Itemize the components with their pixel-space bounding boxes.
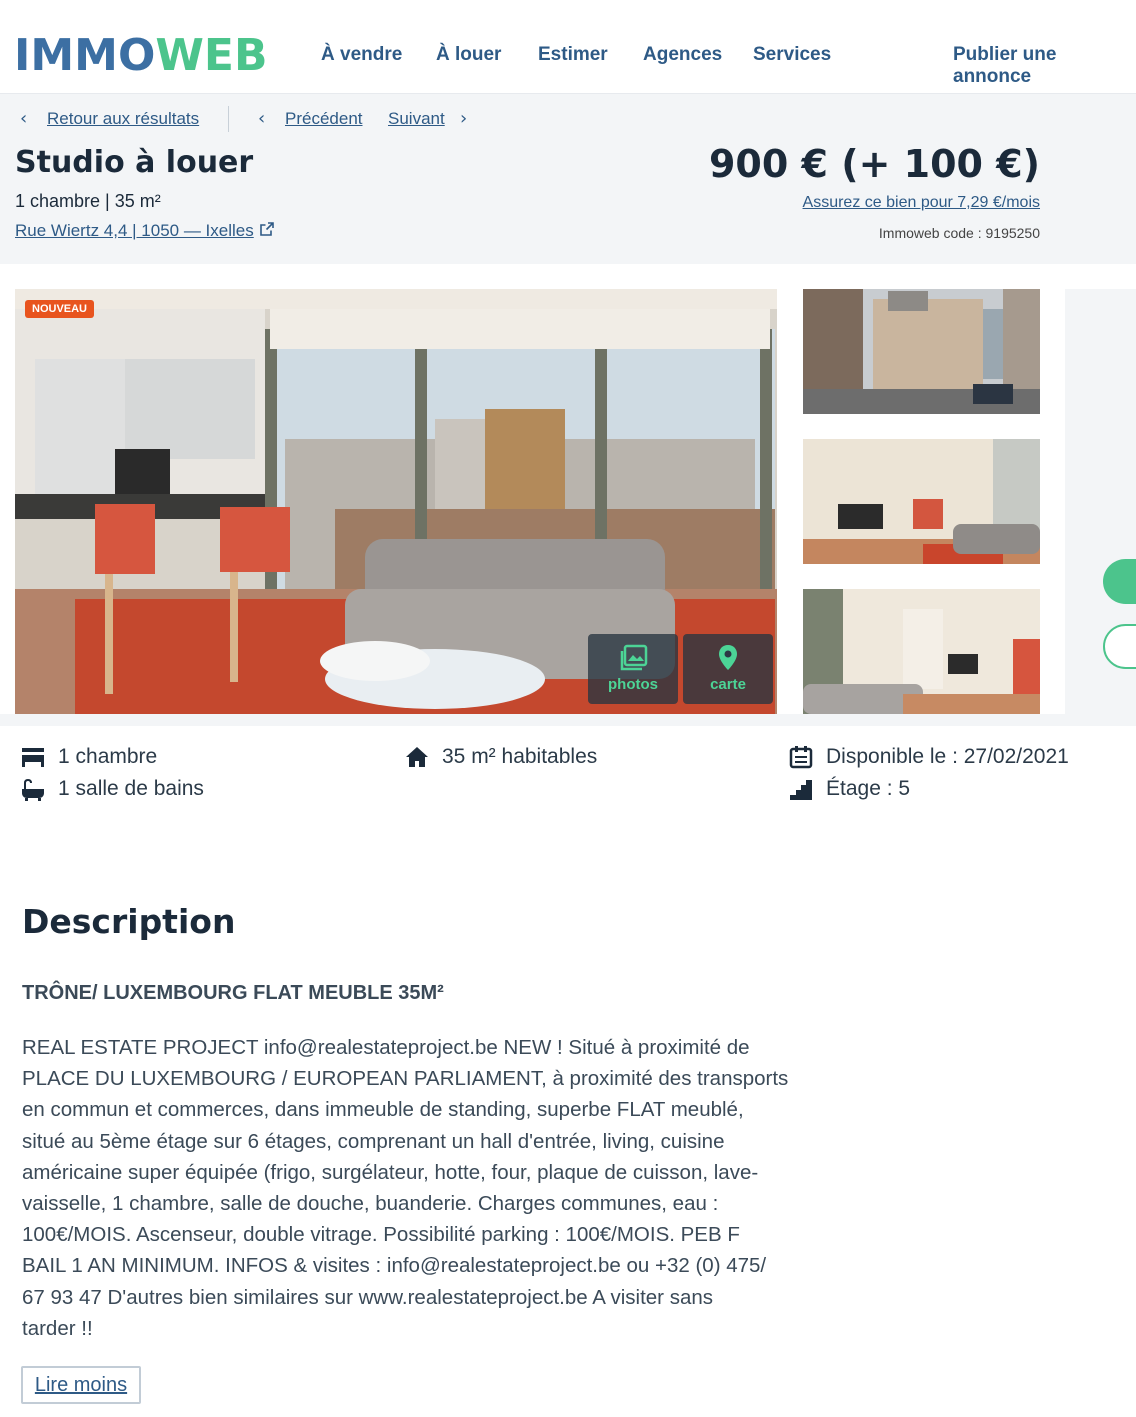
floor-feature: Étage : 5 bbox=[826, 777, 911, 800]
address-text: Rue Wiertz 4,4 | 1050 — Ixelles bbox=[15, 221, 254, 240]
publish-listing-link[interactable]: Publier une annonce bbox=[953, 44, 1136, 88]
description-line: BAIL 1 AN MINIMUM. INFOS & visites : inf… bbox=[22, 1254, 767, 1278]
logo-text-web: WEB bbox=[155, 30, 268, 81]
description-subheading: TRÔNE/ LUXEMBOURG FLAT MEUBLE 35M² bbox=[22, 982, 444, 1004]
bathtub-icon bbox=[21, 778, 45, 805]
description-line: situé au 5ème étage sur 6 étages, compre… bbox=[22, 1129, 725, 1153]
listing-price: 900 € (+ 100 €) bbox=[708, 142, 1040, 186]
immoweb-code: Immoweb code : 9195250 bbox=[878, 225, 1040, 241]
top-navigation: IMMOWEB À vendre À louer Estimer Agences… bbox=[0, 0, 1136, 94]
gallery-divider bbox=[0, 714, 1136, 726]
photos-button[interactable]: photos bbox=[588, 634, 678, 704]
logo-text-immo: IMMO bbox=[14, 30, 156, 81]
living-area-feature: 35 m² habitables bbox=[442, 745, 598, 768]
insurance-link[interactable]: Assurez ce bien pour 7,29 €/mois bbox=[803, 194, 1040, 212]
breadcrumb-divider bbox=[228, 106, 229, 132]
chevron-left-icon: ‹ bbox=[258, 108, 266, 129]
stairs-icon bbox=[789, 779, 813, 805]
nav-link-for-rent[interactable]: À louer bbox=[436, 44, 501, 66]
external-link-icon bbox=[259, 221, 274, 241]
description-line: vaisselle, 1 chambre, salle de douche, b… bbox=[22, 1192, 719, 1216]
chevron-right-icon: › bbox=[460, 108, 468, 129]
next-listing-link[interactable]: Suivant bbox=[388, 109, 445, 129]
previous-listing-link[interactable]: Précédent bbox=[285, 109, 363, 129]
description-line: en commun et commerces, dans immeuble de… bbox=[22, 1098, 744, 1122]
immoweb-logo[interactable]: IMMOWEB bbox=[14, 32, 268, 80]
nav-link-estimate[interactable]: Estimer bbox=[538, 44, 608, 66]
thumbnail-bedroom[interactable] bbox=[803, 589, 1040, 714]
bedrooms-feature: 1 chambre bbox=[58, 745, 158, 768]
description-line: 67 93 47 D'autres bien similaires sur ww… bbox=[22, 1285, 713, 1309]
calendar-icon bbox=[789, 745, 813, 773]
chevron-left-icon: ‹ bbox=[20, 108, 28, 129]
description-heading: Description bbox=[22, 902, 236, 941]
listing-address-link[interactable]: Rue Wiertz 4,4 | 1050 — Ixelles bbox=[15, 221, 274, 241]
nav-link-agencies[interactable]: Agences bbox=[643, 44, 722, 66]
home-icon bbox=[405, 746, 429, 772]
description-line: PLACE DU LUXEMBOURG / EUROPEAN PARLIAMEN… bbox=[22, 1067, 789, 1091]
description-line: REAL ESTATE PROJECT info@realestateproje… bbox=[22, 1036, 750, 1059]
nav-link-for-sale[interactable]: À vendre bbox=[321, 44, 402, 66]
thumbnail-living-room[interactable] bbox=[803, 439, 1040, 564]
availability-feature: Disponible le : 27/02/2021 bbox=[826, 745, 1069, 768]
new-badge: NOUVEAU bbox=[25, 300, 95, 318]
map-pin-icon bbox=[719, 645, 737, 670]
description-line: tarder !! bbox=[22, 1316, 93, 1340]
description-line: 100€/MOIS. Ascenseur, double vitrage. Po… bbox=[22, 1223, 740, 1247]
back-to-results-link[interactable]: Retour aux résultats bbox=[47, 109, 199, 129]
bed-icon bbox=[21, 746, 45, 772]
description-line: américaine super équipée (frigo, surgéla… bbox=[22, 1160, 759, 1184]
listing-summary: 1 chambre | 35 m² bbox=[15, 191, 161, 211]
photos-label: photos bbox=[608, 676, 658, 693]
bathrooms-feature: 1 salle de bains bbox=[58, 777, 204, 800]
nav-link-services[interactable]: Services bbox=[753, 44, 831, 66]
listing-title: Studio à louer bbox=[15, 145, 254, 180]
photos-icon bbox=[620, 644, 648, 671]
map-button[interactable]: carte bbox=[683, 634, 773, 704]
read-less-button[interactable]: Lire moins bbox=[21, 1366, 141, 1404]
map-label: carte bbox=[710, 676, 746, 693]
description-body: REAL ESTATE PROJECT info@realestateproje… bbox=[22, 1032, 822, 1344]
thumbnail-building[interactable] bbox=[803, 289, 1040, 414]
